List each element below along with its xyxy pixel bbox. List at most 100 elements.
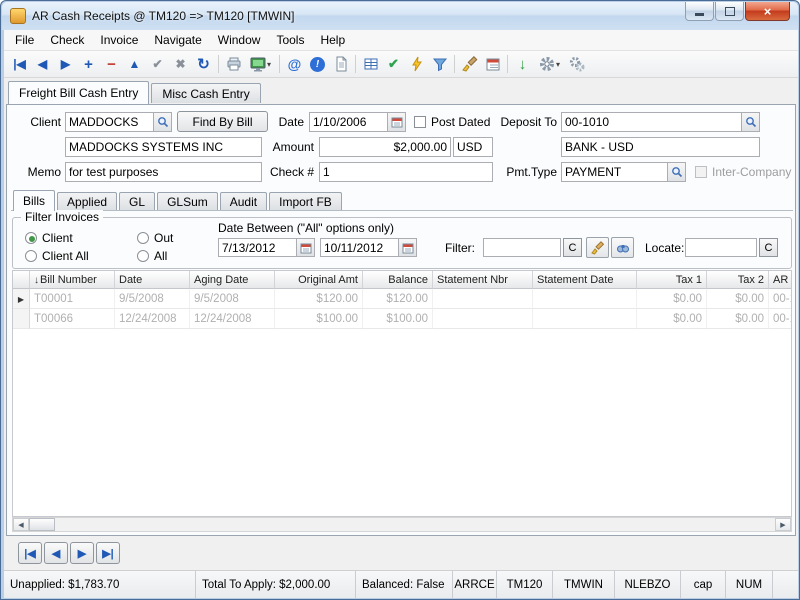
edit-record-button[interactable]: ▲ <box>123 53 146 76</box>
menu-window[interactable]: Window <box>210 30 269 51</box>
deposit-to-input[interactable] <box>561 112 742 132</box>
locate-clear-button[interactable]: C <box>759 238 778 257</box>
settings-button[interactable]: ▾ <box>534 53 565 76</box>
date-from-picker-button[interactable] <box>297 238 315 257</box>
prior-record-button[interactable]: ◀ <box>31 53 54 76</box>
menu-navigate[interactable]: Navigate <box>146 30 209 51</box>
nav-next-button[interactable]: ▶ <box>70 542 94 564</box>
subtab-glsum[interactable]: GLSum <box>157 192 218 210</box>
close-button[interactable]: × <box>745 2 790 21</box>
print-button[interactable] <box>222 53 245 76</box>
menu-help[interactable]: Help <box>312 30 353 51</box>
client-input[interactable] <box>65 112 154 132</box>
locate-input[interactable] <box>685 238 757 257</box>
print-preview-button[interactable]: ▾ <box>245 53 276 76</box>
radio-out[interactable]: Out <box>137 230 173 246</box>
deposit-to-lookup-button[interactable] <box>742 112 760 132</box>
post-dated-checkbox[interactable]: Post Dated <box>414 112 490 132</box>
grid-col-tax1[interactable]: Tax 1 <box>637 271 707 289</box>
menu-check[interactable]: Check <box>42 30 92 51</box>
title-bar[interactable]: AR Cash Receipts @ TM120 => TM120 [TMWIN… <box>2 2 798 30</box>
client-lookup-button[interactable] <box>154 112 172 132</box>
cancel-edit-button[interactable]: ✖ <box>169 53 192 76</box>
scrollbar-track[interactable] <box>55 518 775 531</box>
document-button[interactable] <box>329 53 352 76</box>
pmt-type-lookup-button[interactable] <box>668 162 686 182</box>
quick-post-button[interactable] <box>405 53 428 76</box>
grid-col-balance[interactable]: Balance <box>363 271 433 289</box>
menu-tools[interactable]: Tools <box>268 30 312 51</box>
subtab-import-fb[interactable]: Import FB <box>269 192 342 210</box>
scrollbar-thumb[interactable] <box>29 518 55 531</box>
filter-input[interactable] <box>483 238 561 257</box>
client-field-group <box>65 112 172 132</box>
post-edit-button[interactable]: ✔ <box>146 53 169 76</box>
grid-col-aging-date[interactable]: Aging Date <box>190 271 275 289</box>
amount-input[interactable] <box>319 137 451 157</box>
filter-button[interactable] <box>428 53 451 76</box>
grid-col-statement-date[interactable]: Statement Date <box>533 271 637 289</box>
subtab-audit[interactable]: Audit <box>220 192 267 210</box>
grid-row[interactable]: T00066 12/24/2008 12/24/2008 $100.00 $10… <box>13 309 792 329</box>
memo-input[interactable] <box>65 162 262 182</box>
deposit-name-display[interactable] <box>561 137 760 157</box>
delete-record-button[interactable]: − <box>100 53 123 76</box>
menu-file[interactable]: File <box>7 30 42 51</box>
scroll-left-button[interactable]: ◀ <box>13 518 29 531</box>
scroll-right-button[interactable]: ▶ <box>775 518 791 531</box>
radio-all[interactable]: All <box>137 248 167 264</box>
deposit-to-label: Deposit To <box>485 112 557 132</box>
currency-display[interactable] <box>453 137 493 157</box>
refresh-button[interactable]: ↻ <box>192 53 215 76</box>
pmt-type-label: Pmt.Type <box>485 162 557 182</box>
date-input[interactable] <box>309 112 388 132</box>
tab-freight-bill-cash-entry[interactable]: Freight Bill Cash Entry <box>8 81 149 104</box>
date-picker-button[interactable] <box>388 112 406 132</box>
date-to-input[interactable] <box>320 238 399 257</box>
subtab-gl[interactable]: GL <box>119 192 155 210</box>
approve-button[interactable]: ✔ <box>382 53 405 76</box>
tools-button[interactable] <box>565 53 588 76</box>
subtab-bills[interactable]: Bills <box>13 190 55 211</box>
grid-col-original-amt[interactable]: Original Amt <box>275 271 363 289</box>
nav-first-button[interactable]: |◀ <box>18 542 42 564</box>
info-button[interactable]: ! <box>306 53 329 76</box>
grid-col-statement-nbr[interactable]: Statement Nbr <box>433 271 533 289</box>
grid-col-bill-number[interactable]: ↓Bill Number <box>30 271 115 289</box>
email-button[interactable]: @ <box>283 53 306 76</box>
customize-button[interactable] <box>458 53 481 76</box>
inter-company-label: Inter-Company <box>712 165 791 179</box>
filter-clear-button[interactable]: C <box>563 238 582 257</box>
filter-search-button[interactable] <box>611 237 634 258</box>
filter-builder-button[interactable] <box>586 237 609 258</box>
date-to-picker-button[interactable] <box>399 238 417 257</box>
grid-col-tax2[interactable]: Tax 2 <box>707 271 769 289</box>
pmt-type-input[interactable] <box>561 162 668 182</box>
nav-prior-button[interactable]: ◀ <box>44 542 68 564</box>
radio-client[interactable]: Client <box>25 230 73 246</box>
nav-last-button[interactable]: ▶| <box>96 542 120 564</box>
grid-col-ar-c[interactable]: AR C <box>769 271 792 289</box>
invoice-grid[interactable]: ↓Bill Number Date Aging Date Original Am… <box>12 270 792 517</box>
calendar-toolbar-button[interactable] <box>481 53 504 76</box>
first-record-button[interactable]: |◀ <box>8 53 31 76</box>
download-button[interactable]: ↓ <box>511 53 534 76</box>
grid-horizontal-scrollbar[interactable]: ◀ ▶ <box>12 517 792 532</box>
menu-invoice[interactable]: Invoice <box>92 30 146 51</box>
window-title: AR Cash Receipts @ TM120 => TM120 [TMWIN… <box>32 9 295 23</box>
check-number-input[interactable] <box>319 162 493 182</box>
radio-client-all[interactable]: Client All <box>25 248 89 264</box>
grid-col-date[interactable]: Date <box>115 271 190 289</box>
monitor-icon <box>250 56 266 72</box>
subtab-applied[interactable]: Applied <box>57 192 117 210</box>
grid-view-button[interactable] <box>359 53 382 76</box>
grid-row[interactable]: ▶ T00001 9/5/2008 9/5/2008 $120.00 $120.… <box>13 289 792 309</box>
next-record-button[interactable]: ▶ <box>54 53 77 76</box>
client-name-display[interactable] <box>65 137 262 157</box>
minimize-button[interactable] <box>685 2 714 21</box>
date-from-input[interactable] <box>218 238 297 257</box>
insert-record-button[interactable]: + <box>77 53 100 76</box>
maximize-button[interactable] <box>715 2 744 21</box>
grid-row-indicator: ▶ <box>13 289 30 309</box>
tab-misc-cash-entry[interactable]: Misc Cash Entry <box>151 83 260 103</box>
